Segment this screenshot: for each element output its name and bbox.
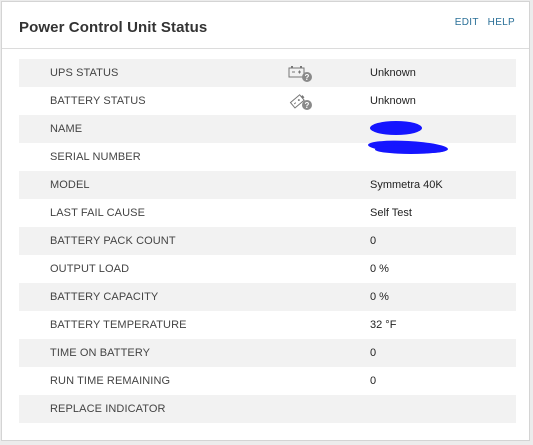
row-value: Unknown (370, 67, 416, 79)
ups-unknown-icon: ? (288, 65, 314, 83)
row-label: MODEL (50, 179, 90, 191)
table-row-battery-pack-count: BATTERY PACK COUNT 0 (19, 227, 516, 255)
table-row-last-fail-cause: LAST FAIL CAUSE Self Test (19, 199, 516, 227)
row-label: UPS STATUS (50, 67, 119, 79)
edit-link[interactable]: EDIT (455, 17, 479, 28)
row-label: LAST FAIL CAUSE (50, 207, 146, 219)
power-control-unit-panel: Power Control Unit Status EDIT HELP UPS … (1, 1, 530, 441)
row-label: SERIAL NUMBER (50, 151, 141, 163)
row-value: Unknown (370, 95, 416, 107)
row-value: Symmetra 40K (370, 179, 443, 191)
table-row-output-load: OUTPUT LOAD 0 % (19, 255, 516, 283)
row-value: 0 (370, 375, 377, 387)
row-label: REPLACE INDICATOR (50, 403, 166, 415)
table-row-run-time-remaining: RUN TIME REMAINING 0 (19, 367, 516, 395)
redaction-mark (375, 145, 447, 154)
row-label: NAME (50, 123, 83, 135)
row-value: 0 (370, 235, 377, 247)
row-label: BATTERY TEMPERATURE (50, 319, 187, 331)
row-label: BATTERY STATUS (50, 95, 146, 107)
row-value: 32 °F (370, 319, 397, 331)
svg-text:?: ? (305, 73, 310, 82)
header-links: EDIT HELP (449, 17, 515, 28)
row-label: BATTERY PACK COUNT (50, 235, 176, 247)
table-row-serial-number: SERIAL NUMBER (19, 138, 516, 171)
table-row-ups-status: UPS STATUS ? Unknown (19, 59, 516, 87)
panel-header: Power Control Unit Status EDIT HELP (2, 2, 529, 49)
row-label: RUN TIME REMAINING (50, 375, 171, 387)
panel-title: Power Control Unit Status (19, 19, 208, 36)
row-value: Self Test (370, 207, 412, 219)
table-row-time-on-battery: TIME ON BATTERY 0 (19, 339, 516, 367)
redaction-mark (370, 121, 422, 135)
row-value: 0 (370, 347, 377, 359)
row-label: TIME ON BATTERY (50, 347, 151, 359)
status-table: UPS STATUS ? Unknown BATTERY STATUS ? Un… (19, 59, 516, 423)
help-link[interactable]: HELP (488, 17, 515, 28)
table-row-model: MODEL Symmetra 40K (19, 171, 516, 199)
table-row-battery-status: BATTERY STATUS ? Unknown (19, 87, 516, 115)
row-label: BATTERY CAPACITY (50, 291, 159, 303)
table-row-replace-indicator: REPLACE INDICATOR (19, 395, 516, 423)
row-label: OUTPUT LOAD (50, 263, 130, 275)
row-value: 0 % (370, 263, 389, 275)
svg-text:?: ? (305, 101, 310, 110)
battery-unknown-icon: ? (288, 93, 314, 111)
table-row-battery-temperature: BATTERY TEMPERATURE 32 °F (19, 311, 516, 339)
table-row-battery-capacity: BATTERY CAPACITY 0 % (19, 283, 516, 311)
row-value: 0 % (370, 291, 389, 303)
table-row-name: NAME (19, 115, 516, 143)
